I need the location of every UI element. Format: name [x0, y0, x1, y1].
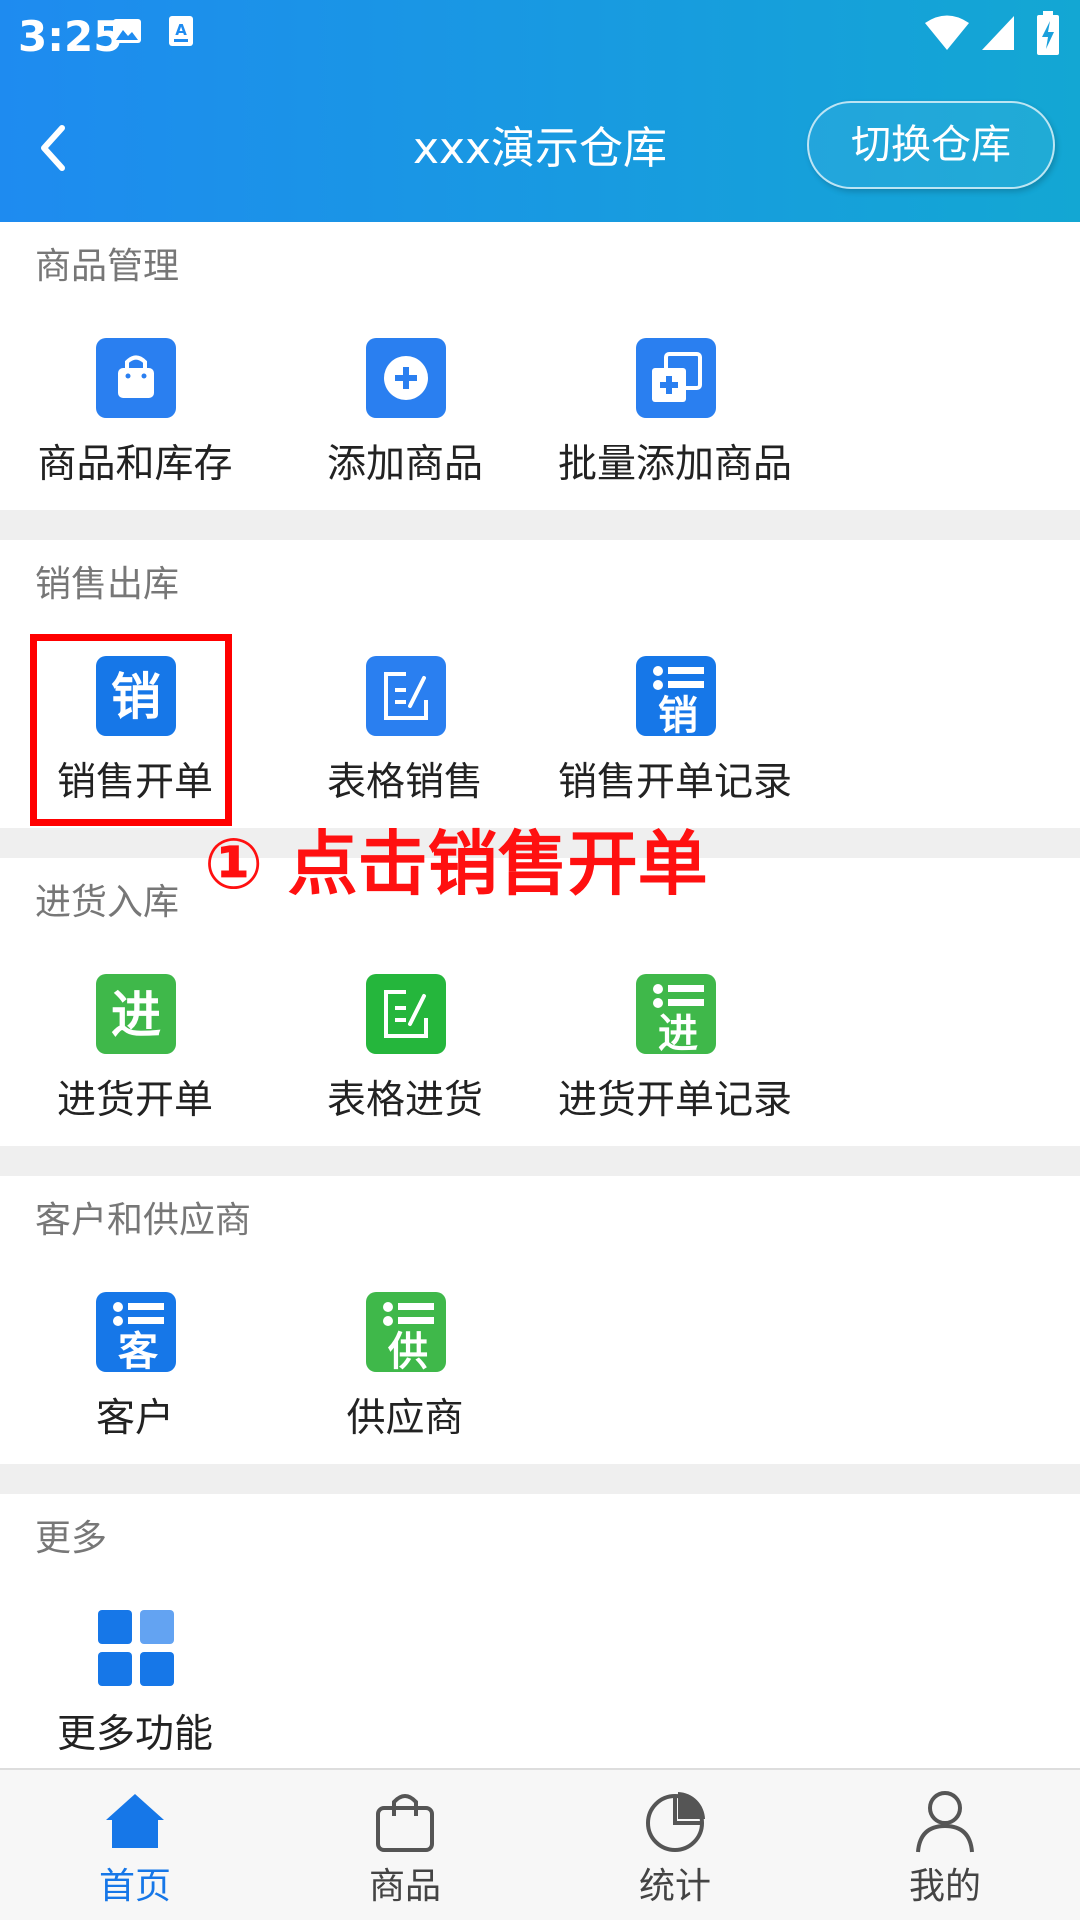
bottom-nav: 首页 商品 统计 我的: [0, 1768, 1080, 1920]
section-title: 更多: [35, 1518, 108, 1559]
app-header: 3:25 A xxx演示仓库 切换仓库: [0, 0, 1080, 222]
menu-item-label: 商品和库存: [37, 442, 233, 487]
svg-text:供: 供: [388, 1329, 428, 1372]
purchase-order-icon: 进: [96, 974, 176, 1054]
svg-text:客: 客: [118, 1329, 158, 1372]
section: 客户和供应商客客户供供应商: [0, 1176, 1080, 1464]
nav-label: 商品: [368, 1866, 441, 1907]
grid-icon: [98, 1610, 174, 1686]
svg-text:销: 销: [658, 693, 698, 736]
nav-products[interactable]: 商品: [270, 1770, 540, 1920]
menu-item-label: 添加商品: [326, 442, 483, 487]
nav-label: 我的: [908, 1866, 981, 1907]
wifi-icon: [925, 15, 969, 50]
purchase-record-icon: 进: [636, 974, 716, 1054]
nav-stats[interactable]: 统计: [540, 1770, 810, 1920]
menu-item[interactable]: 添加商品: [270, 338, 540, 498]
shopping-bag-icon: [376, 1794, 434, 1852]
section-title: 销售出库: [35, 564, 180, 605]
customer-list-icon: 客: [96, 1292, 176, 1372]
nav-mine[interactable]: 我的: [810, 1770, 1080, 1920]
switch-warehouse-button[interactable]: 切换仓库: [807, 101, 1055, 189]
menu-item[interactable]: 商品和库存: [0, 338, 270, 498]
annotation-text: ① 点击销售开单: [204, 823, 708, 905]
section-title: 客户和供应商: [35, 1200, 252, 1241]
sales-record-icon: 销: [636, 656, 716, 736]
menu-item[interactable]: 表格进货: [270, 974, 540, 1134]
status-bar: 3:25 A: [0, 0, 1080, 75]
menu-item-label: 客户: [95, 1396, 174, 1441]
nav-label: 统计: [638, 1866, 711, 1907]
menu-item[interactable]: 进进货开单: [0, 974, 270, 1134]
plus-circle-icon: [366, 338, 446, 418]
section-title: 商品管理: [35, 246, 180, 287]
section: 商品管理商品和库存 添加商品 批量添加商品: [0, 222, 1080, 510]
section-title: 进货入库: [35, 882, 180, 923]
menu-item-label: 进货开单: [56, 1078, 213, 1123]
person-icon: [916, 1791, 974, 1853]
home-icon: [106, 1794, 164, 1848]
shopping-bag-icon: [96, 338, 176, 418]
menu-item-label: 表格进货: [326, 1078, 483, 1123]
status-time: 3:25: [18, 12, 123, 61]
menu-item-label: 供应商: [346, 1396, 464, 1441]
app-notification-icon: A: [169, 16, 193, 46]
menu-item[interactable]: 供供应商: [270, 1292, 540, 1452]
supplier-list-icon: 供: [366, 1292, 446, 1372]
batch-add-icon: [636, 338, 716, 418]
pie-chart-icon: [646, 1792, 705, 1852]
section-divider: [0, 510, 1080, 540]
menu-item[interactable]: 客客户: [0, 1292, 270, 1452]
menu-item[interactable]: 批量添加商品: [540, 338, 810, 498]
signal-icon: [982, 16, 1014, 50]
menu-item-label: 表格销售: [326, 760, 483, 805]
nav-label: 首页: [98, 1866, 171, 1907]
edit-form-icon: [366, 974, 446, 1054]
menu-item-label: 进货开单记录: [557, 1078, 792, 1123]
svg-text:进: 进: [658, 1011, 698, 1054]
svg-text:A: A: [175, 21, 187, 39]
image-notification-icon: [113, 19, 141, 43]
section-divider: [0, 1464, 1080, 1494]
section: 更多更多功能: [0, 1494, 1080, 1768]
section-divider: [0, 1146, 1080, 1176]
menu-item-label: 批量添加商品: [557, 442, 792, 487]
menu-item[interactable]: 表格销售: [270, 656, 540, 816]
menu-item-label: 更多功能: [56, 1712, 213, 1757]
menu-item[interactable]: 进进货开单记录: [540, 974, 810, 1134]
battery-icon: [1037, 11, 1059, 55]
title-bar: xxx演示仓库 切换仓库: [0, 75, 1080, 222]
menu-item[interactable]: 更多功能: [0, 1608, 270, 1768]
nav-home[interactable]: 首页: [0, 1770, 270, 1920]
svg-text:进: 进: [111, 986, 161, 1044]
menu-item[interactable]: 销销售开单记录: [540, 656, 810, 816]
edit-form-icon: [366, 656, 446, 736]
highlight-box: [30, 634, 232, 826]
menu-item-label: 销售开单记录: [557, 760, 792, 805]
